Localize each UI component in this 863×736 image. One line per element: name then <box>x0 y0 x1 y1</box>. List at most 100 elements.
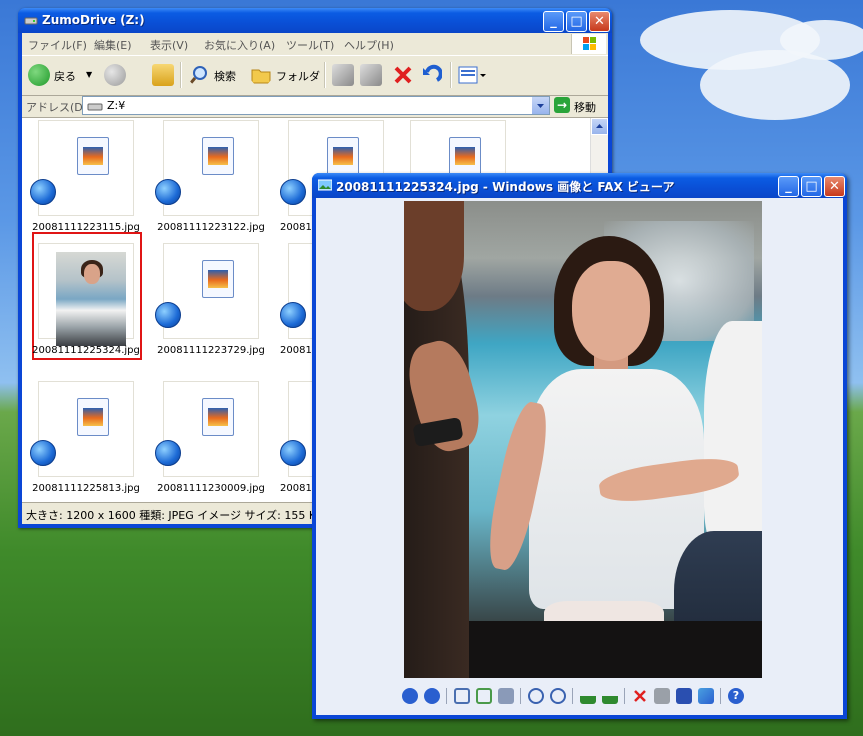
thumbnail <box>163 120 259 216</box>
toolbar-separator <box>624 688 625 704</box>
viewer-window: 20081111225324.jpg - Windows 画像と FAX ビュー… <box>312 173 847 719</box>
network-globe-icon <box>30 179 56 205</box>
status-text: 大きさ: 1200 x 1600 種類: JPEG イメージ サイズ: 155 … <box>26 509 324 522</box>
scroll-up-icon[interactable] <box>591 118 608 135</box>
file-tile[interactable]: 20081111225813.jpg <box>24 381 140 503</box>
delete-icon[interactable] <box>392 64 414 86</box>
close-button[interactable]: ✕ <box>824 176 845 197</box>
prev-icon[interactable] <box>402 688 418 704</box>
zoom-in-icon[interactable] <box>528 688 544 704</box>
window-title: 20081111225324.jpg - Windows 画像と FAX ビュー… <box>336 180 675 194</box>
folder-icon <box>251 69 271 84</box>
network-globe-icon <box>155 179 181 205</box>
close-button[interactable]: ✕ <box>589 11 610 32</box>
toolbar-separator <box>720 688 721 704</box>
address-bar: アドレス(D) Z:¥ → 移動 <box>22 95 608 118</box>
minimize-button[interactable]: _ <box>543 11 564 32</box>
toolbar: 戻る ▼ 検索 フォルダ <box>22 55 608 96</box>
network-globe-icon <box>280 302 306 328</box>
back-arrow-icon <box>28 64 50 86</box>
photo-thumbnail <box>56 252 126 346</box>
menu-tools[interactable]: ツール(T) <box>286 37 334 53</box>
zoom-out-icon[interactable] <box>550 688 566 704</box>
help-icon[interactable]: ? <box>728 688 744 704</box>
drive-icon <box>24 17 38 25</box>
desktop-cloud <box>700 50 850 120</box>
address-dropdown-icon[interactable] <box>531 97 549 114</box>
go-button[interactable]: → 移動 <box>554 97 604 115</box>
rotate-ccw-icon[interactable] <box>602 688 618 704</box>
toolbar-separator <box>520 688 521 704</box>
image-file-icon <box>77 398 109 436</box>
minimize-button[interactable]: _ <box>778 176 799 197</box>
thumbnail <box>38 243 134 346</box>
address-value: Z:¥ <box>107 99 126 112</box>
image-file-icon <box>202 137 234 175</box>
thumbnail <box>163 381 259 477</box>
explorer-titlebar[interactable]: ZumoDrive (Z:) _ □ ✕ <box>18 8 612 33</box>
toolbar-separator <box>446 688 447 704</box>
toolbar-separator <box>324 62 326 88</box>
network-globe-icon <box>30 440 56 466</box>
viewer-client: ? <box>316 198 843 715</box>
drive-icon <box>87 103 103 111</box>
window-title: ZumoDrive (Z:) <box>42 13 145 27</box>
file-tile[interactable]: 20081111230009.jpg <box>149 381 265 503</box>
menu-edit[interactable]: 編集(E) <box>94 37 132 53</box>
edit-icon[interactable] <box>698 688 714 704</box>
print-icon[interactable] <box>654 688 670 704</box>
image-file-icon <box>449 137 481 175</box>
network-globe-icon <box>280 179 306 205</box>
search-icon <box>188 66 207 85</box>
viewer-titlebar[interactable]: 20081111225324.jpg - Windows 画像と FAX ビュー… <box>312 173 847 198</box>
windows-logo-icon <box>571 34 606 54</box>
thumbnail <box>38 120 134 216</box>
move-to-icon[interactable] <box>332 64 354 86</box>
menu-favorites[interactable]: お気に入り(A) <box>204 37 275 53</box>
copy-to-icon[interactable] <box>360 64 382 86</box>
file-tile[interactable]: 20081111223122.jpg <box>149 120 265 255</box>
up-folder-icon[interactable] <box>152 64 174 86</box>
forward-button[interactable] <box>104 62 140 88</box>
network-globe-icon <box>155 302 181 328</box>
go-arrow-icon: → <box>554 97 570 113</box>
viewer-toolbar: ? <box>396 686 776 708</box>
toolbar-separator <box>450 62 452 88</box>
address-input[interactable]: Z:¥ <box>82 96 550 115</box>
network-globe-icon <box>280 440 306 466</box>
best-fit-icon[interactable] <box>454 688 470 704</box>
file-tile[interactable]: 20081111223729.jpg <box>149 243 265 378</box>
toolbar-separator <box>180 62 182 88</box>
image-file-icon <box>327 137 359 175</box>
toolbar-separator <box>572 688 573 704</box>
delete-icon[interactable] <box>632 688 648 704</box>
file-tile-selected[interactable]: 20081111225324.jpg <box>24 243 140 378</box>
views-icon[interactable] <box>458 64 488 86</box>
image-file-icon <box>202 398 234 436</box>
image-file-icon <box>202 260 234 298</box>
save-icon[interactable] <box>676 688 692 704</box>
displayed-photo[interactable] <box>404 201 762 678</box>
thumbnail <box>38 381 134 477</box>
undo-icon[interactable] <box>420 64 442 86</box>
search-button[interactable]: 検索 <box>188 62 246 88</box>
actual-size-icon[interactable] <box>476 688 492 704</box>
image-file-icon <box>77 137 109 175</box>
desktop-cloud <box>780 20 863 60</box>
back-dropdown-icon[interactable]: ▼ <box>86 70 92 79</box>
menu-file[interactable]: ファイル(F) <box>28 37 87 53</box>
rotate-cw-icon[interactable] <box>580 688 596 704</box>
folders-button[interactable]: フォルダ <box>250 62 322 88</box>
picture-viewer-icon <box>318 179 332 191</box>
menu-help[interactable]: ヘルプ(H) <box>344 37 394 53</box>
forward-arrow-icon <box>104 64 126 86</box>
network-globe-icon <box>155 440 181 466</box>
address-label: アドレス(D) <box>26 101 88 114</box>
slideshow-icon[interactable] <box>498 688 514 704</box>
thumbnail <box>163 243 259 339</box>
next-icon[interactable] <box>424 688 440 704</box>
maximize-button[interactable]: □ <box>801 176 822 197</box>
maximize-button[interactable]: □ <box>566 11 587 32</box>
menu-view[interactable]: 表示(V) <box>150 37 188 53</box>
menu-bar: ファイル(F) 編集(E) 表示(V) お気に入り(A) ツール(T) ヘルプ(… <box>22 33 608 55</box>
